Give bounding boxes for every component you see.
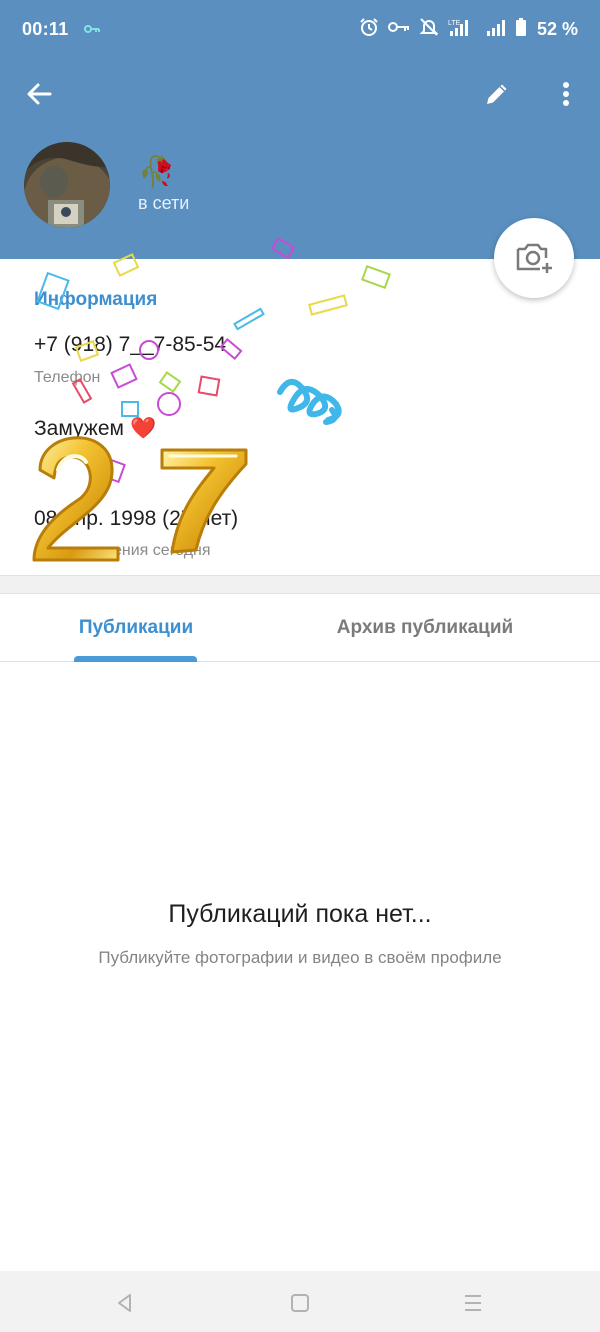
alarm-icon (359, 17, 379, 42)
nav-back-icon (118, 1294, 131, 1312)
key-icon (387, 20, 410, 39)
tab-posts[interactable]: Публикации (34, 594, 238, 662)
more-options-button[interactable] (542, 70, 590, 118)
edit-button[interactable] (473, 70, 521, 118)
nav-home-button[interactable] (280, 1283, 320, 1323)
profile-name: 🥀 (138, 156, 176, 189)
phone-number[interactable]: +7 (918) 7__7-85-54 (34, 333, 226, 357)
status-time: 00:11 (22, 19, 69, 39)
back-button[interactable] (15, 70, 63, 118)
battery-percent: 52 % (536, 19, 578, 39)
avatar[interactable] (24, 142, 110, 228)
bio-text: Замужем (34, 417, 124, 440)
nav-back-button[interactable] (105, 1283, 145, 1323)
signal-icon (486, 18, 507, 41)
system-nav-bar (0, 1271, 600, 1332)
empty-state-subtitle: Публикуйте фотографии и видео в своём пр… (98, 948, 502, 967)
lte-signal-icon: LTE (448, 18, 478, 41)
info-title: Информация (34, 289, 158, 310)
svg-text:LTE: LTE (448, 20, 461, 27)
content-tabs: Публикации Архив публикаций (0, 594, 600, 662)
tab-archive[interactable]: Архив публикаций (300, 594, 550, 662)
empty-state-title: Публикаций пока нет... (168, 900, 432, 928)
status-bar: 00:11 LTE 52 % (0, 0, 600, 56)
battery-icon (515, 18, 526, 41)
birthday: 08 апр. 1998 (27 лет) (34, 507, 239, 530)
set-photo-button[interactable] (494, 218, 574, 298)
birthday-label: День рождения сегодня (34, 542, 211, 559)
online-status: в сети (138, 193, 190, 213)
more-vertical-icon (563, 82, 569, 106)
phone-label: Телефон (34, 369, 101, 386)
active-tab-indicator (74, 656, 197, 662)
nav-recents-icon (465, 1295, 481, 1311)
bio: Замужем ❤️ (34, 417, 156, 441)
status-icons: LTE 52 % (359, 17, 578, 42)
info-section: Информация +7 (918) 7__7-85-54 Телефон З… (0, 259, 600, 575)
camera-add-icon (516, 243, 552, 273)
bell-off-icon (419, 17, 439, 42)
profile-header: 00:11 LTE 52 % 🥀 в сети (0, 0, 600, 259)
nav-recents-button[interactable] (453, 1283, 493, 1323)
pencil-icon (487, 84, 507, 104)
arrow-left-icon (27, 83, 52, 105)
heart-icon: ❤️ (129, 417, 157, 440)
vpn-key-icon (84, 22, 100, 40)
nav-home-icon (291, 1294, 309, 1312)
section-divider (0, 575, 600, 594)
